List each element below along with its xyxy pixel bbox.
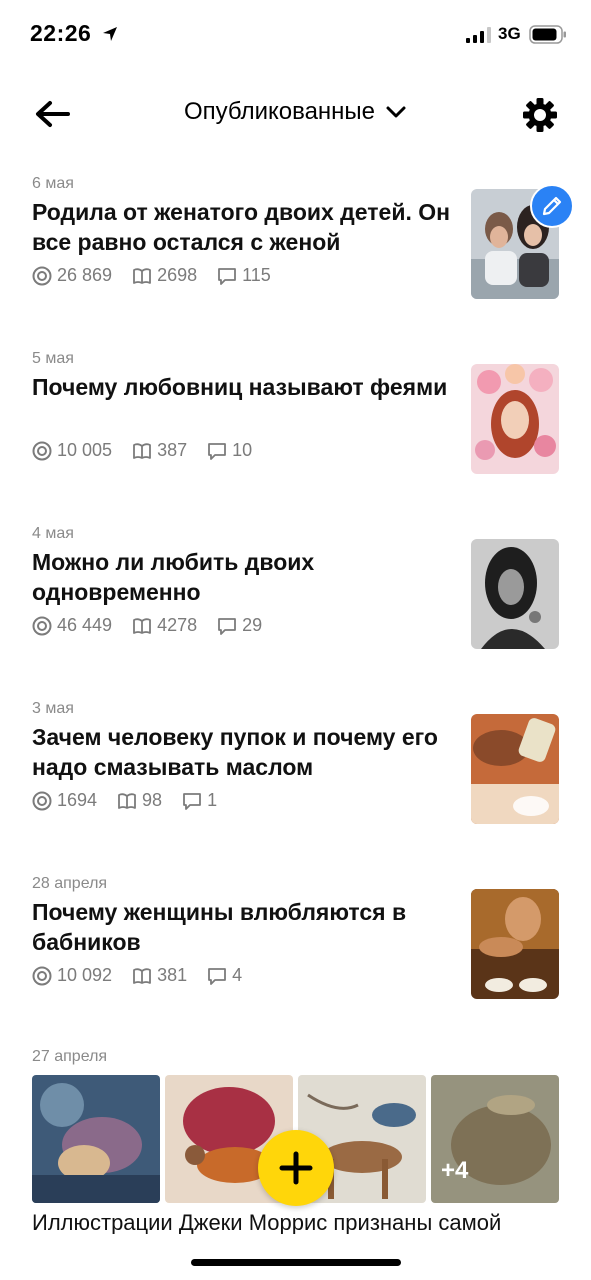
reads-stat: 381	[132, 965, 187, 986]
home-indicator	[191, 1259, 401, 1266]
article-date: 28 апреля	[32, 875, 108, 892]
comment-icon	[218, 267, 237, 285]
article-date: 6 мая	[32, 175, 74, 192]
article-date: 3 мая	[32, 700, 74, 717]
article-thumbnail	[471, 539, 559, 649]
article-stats: 46 449 4278 29	[32, 615, 282, 636]
article-thumbnail	[471, 714, 559, 824]
reads-count: 2698	[157, 265, 198, 285]
comment-icon	[208, 442, 227, 460]
views-stat: 26 869	[32, 265, 112, 286]
comments-stat: 1	[182, 790, 217, 811]
eye-icon	[32, 791, 52, 810]
status-time: 22:26	[30, 20, 92, 46]
views-count: 10 092	[57, 965, 113, 985]
book-icon	[133, 967, 151, 984]
comment-icon	[218, 617, 237, 635]
more-images-count: +4	[441, 1157, 469, 1184]
status-bar: 22:26 3G	[0, 0, 591, 70]
views-count: 46 449	[57, 615, 113, 635]
article-stats: 26 869 2698 115	[32, 265, 291, 286]
reads-stat: 387	[132, 440, 187, 461]
article-item[interactable]: 6 мая Родила от женатого двоих детей. Он…	[0, 175, 591, 325]
gallery-image	[32, 1075, 160, 1203]
article-thumbnail	[471, 889, 559, 999]
article-date: 4 мая	[32, 525, 74, 542]
comments-stat: 10	[207, 440, 252, 461]
page-title: Опубликованные	[183, 98, 376, 125]
book-icon	[133, 267, 151, 284]
reads-count: 4278	[157, 615, 198, 635]
book-icon	[118, 792, 136, 809]
article-item[interactable]: 28 апреля Почему женщины влюбляются в ба…	[0, 875, 591, 1025]
book-icon	[133, 617, 151, 634]
article-stats: 1694 98 1	[32, 790, 237, 811]
nav-title-container: Опубликованные	[0, 98, 591, 126]
eye-icon	[32, 966, 52, 985]
eye-icon	[32, 266, 52, 285]
battery-icon	[529, 25, 566, 44]
comments-stat: 4	[207, 965, 242, 986]
reads-count: 381	[157, 965, 188, 985]
plus-icon	[279, 1151, 313, 1185]
comments-count: 115	[242, 265, 271, 285]
article-title: Родила от женатого двоих детей. Он все р…	[32, 199, 451, 255]
views-stat: 10 092	[32, 965, 112, 986]
gallery-caption: Иллюстрации Джеки Моррис признаны самой	[32, 1210, 502, 1234]
network-type: 3G	[498, 24, 521, 43]
pencil-icon	[542, 196, 562, 216]
article-item[interactable]: 3 мая Зачем человеку пупок и почему его …	[0, 700, 591, 850]
reads-count: 387	[157, 440, 188, 460]
gallery-date: 27 апреля	[32, 1048, 108, 1065]
article-item[interactable]: 5 мая Почему любовниц называют феями 10 …	[0, 350, 591, 500]
edit-button[interactable]	[530, 184, 574, 228]
add-post-button[interactable]	[258, 1130, 334, 1206]
gallery-image: +4	[431, 1075, 559, 1203]
book-icon	[133, 442, 151, 459]
nav-bar: Опубликованные	[0, 84, 591, 144]
article-date: 5 мая	[32, 350, 74, 367]
comments-stat: 115	[217, 265, 271, 286]
article-title: Зачем человеку пупок и почему его надо с…	[32, 724, 438, 780]
article-title: Почему любовниц называют феями	[32, 374, 448, 400]
article-item[interactable]: 4 мая Можно ли любить двоих одновременно…	[0, 525, 591, 675]
comments-stat: 29	[217, 615, 262, 636]
article-stats: 10 005 387 10	[32, 440, 272, 461]
comments-count: 4	[232, 965, 243, 985]
article-stats: 10 092 381 4	[32, 965, 262, 986]
views-count: 10 005	[57, 440, 113, 460]
views-stat: 46 449	[32, 615, 112, 636]
reads-stat: 2698	[132, 265, 197, 286]
chevron-down-icon	[386, 106, 406, 118]
views-stat: 1694	[32, 790, 97, 811]
reads-stat: 4278	[132, 615, 197, 636]
comments-count: 1	[207, 790, 218, 810]
reads-stat: 98	[117, 790, 162, 811]
location-arrow-icon	[103, 27, 117, 41]
eye-icon	[32, 616, 52, 635]
views-count: 1694	[57, 790, 98, 810]
article-title: Можно ли любить двоих одновременно	[32, 549, 315, 605]
reads-count: 98	[142, 790, 163, 810]
comment-icon	[183, 792, 201, 810]
comments-count: 10	[232, 440, 253, 460]
article-title: Почему женщины влюбляются в бабников	[32, 899, 407, 955]
views-stat: 10 005	[32, 440, 112, 461]
views-count: 26 869	[57, 265, 113, 285]
comment-icon	[208, 967, 227, 985]
article-thumbnail	[471, 364, 559, 474]
cellular-signal-icon	[466, 27, 491, 43]
filter-dropdown[interactable]: Опубликованные	[184, 98, 407, 126]
comments-count: 29	[242, 615, 263, 635]
gear-icon[interactable]	[521, 96, 559, 134]
eye-icon	[32, 441, 52, 460]
